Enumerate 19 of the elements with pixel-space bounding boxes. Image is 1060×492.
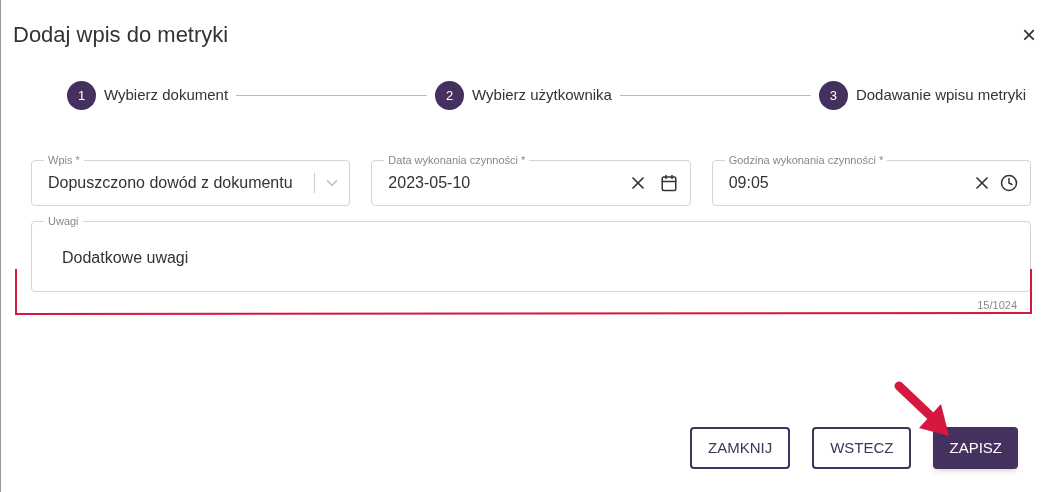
dialog-button[interactable]: WSTECZ [812,427,912,469]
field-value: 09:05 [728,173,770,193]
step-label: Wybierz użytkownika [472,85,612,106]
step-number: 1 [67,81,96,110]
step-number: 3 [818,81,848,110]
field-value: Dopuszczono dowód z dokumentu [48,173,294,193]
close-button[interactable]: × [1022,22,1036,47]
divider [314,173,316,193]
dialog-title: Dodaj wpis do metryki [13,21,229,49]
dialog-button[interactable]: ZAMKNIJ [690,427,791,469]
step-label: Dodawanie wpisu metryki [855,85,1026,106]
clock-icon[interactable] [1000,174,1018,192]
dialog-button[interactable]: ZAPISZ [933,427,1018,469]
field-value: Dodatkowe uwagi [62,249,189,266]
calendar-icon[interactable] [659,174,678,192]
character-counter: 15/1024 [977,298,1017,313]
step-number: 2 [435,81,465,110]
step-label: Wybierz dokument [104,85,229,106]
field-value: 2023-05-10 [388,173,472,193]
